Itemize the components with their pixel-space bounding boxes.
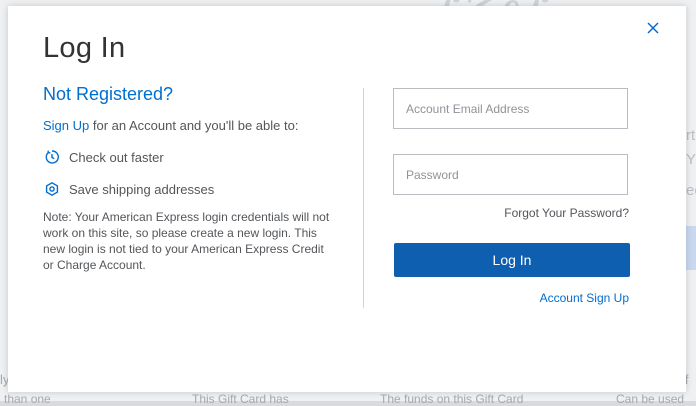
not-registered-heading: Not Registered? (43, 84, 174, 104)
benefit-label: Check out faster (69, 149, 164, 165)
background-text: The funds on this Gift Card (380, 392, 524, 406)
background-text: rt (686, 127, 696, 144)
column-divider (363, 88, 364, 308)
login-button[interactable]: Log In (394, 243, 630, 277)
benefit-item: Check out faster (44, 149, 164, 165)
benefit-label: Save shipping addresses (69, 181, 215, 197)
background-text: Can be used (616, 392, 685, 406)
account-sign-up-link[interactable]: Account Sign Up (468, 291, 629, 305)
page-title: Log In (43, 32, 126, 64)
close-icon[interactable] (645, 20, 661, 36)
forgot-password-link[interactable]: Forgot Your Password? (468, 206, 629, 220)
signup-description-text: for an Account and you'll be able to: (89, 118, 299, 133)
password-field[interactable] (393, 154, 628, 195)
sign-up-link[interactable]: Sign Up (43, 118, 89, 133)
benefit-item: Save shipping addresses (44, 181, 214, 197)
background-text: than one (4, 392, 51, 406)
clock-icon (45, 150, 59, 164)
background-text: Y (686, 151, 696, 168)
credentials-note: Note: Your American Express login creden… (43, 210, 330, 272)
email-field[interactable] (393, 88, 628, 129)
signup-description: Sign Up for an Account and you'll be abl… (43, 118, 298, 133)
background-text: ee (686, 182, 696, 199)
background-band (686, 226, 696, 270)
gear-icon (45, 181, 59, 197)
background-text: This Gift Card has (192, 392, 289, 406)
login-modal: Log In Not Registered? Sign Up for an Ac… (8, 6, 686, 392)
